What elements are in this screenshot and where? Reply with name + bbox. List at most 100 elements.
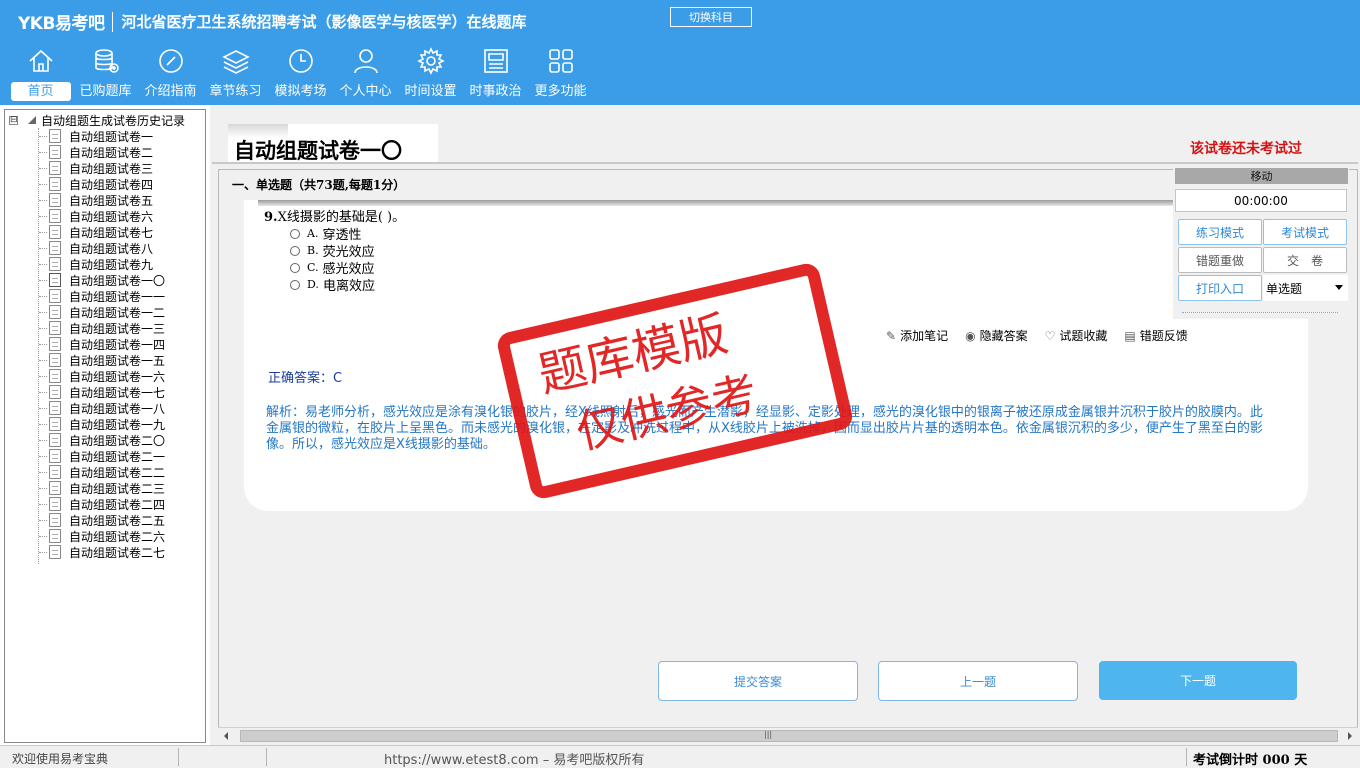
nav-time-settings[interactable]: 时间设置 bbox=[398, 46, 463, 104]
tree-item-label: 自动组题试卷二二 bbox=[69, 465, 166, 480]
nav-more-features[interactable]: 更多功能 bbox=[528, 46, 593, 104]
tree-item[interactable]: 自动组题试卷一一 bbox=[39, 288, 165, 304]
favorite-button[interactable]: ♡ 试题收藏 bbox=[1045, 327, 1108, 344]
question-type-select[interactable]: 单选题 bbox=[1263, 275, 1348, 301]
horizontal-scrollbar[interactable]: ||| bbox=[218, 727, 1358, 744]
document-icon bbox=[49, 289, 61, 303]
heart-icon: ♡ bbox=[1044, 328, 1056, 343]
add-note-label: 添加笔记 bbox=[900, 329, 949, 343]
tree-connector bbox=[39, 135, 47, 137]
redo-wrong-button[interactable]: 错题重做 bbox=[1178, 247, 1262, 273]
tree-item[interactable]: 自动组题试卷一二 bbox=[39, 304, 165, 320]
tree-item[interactable]: 自动组题试卷二 bbox=[39, 144, 153, 160]
tree-item[interactable]: 自动组题试卷二〇 bbox=[39, 432, 165, 448]
submit-paper-button[interactable]: 交 卷 bbox=[1263, 247, 1347, 273]
tree-connector bbox=[39, 359, 47, 361]
switch-subject-button[interactable]: 切换科目 bbox=[670, 7, 752, 27]
compass-icon bbox=[158, 49, 183, 73]
practice-mode-button[interactable]: 练习模式 bbox=[1178, 219, 1262, 245]
hide-answer-button[interactable]: ◉ 隐藏答案 bbox=[965, 327, 1028, 344]
tree-item-label: 自动组题试卷八 bbox=[69, 241, 154, 256]
tree-item[interactable]: 自动组题试卷七 bbox=[39, 224, 153, 240]
prev-question-button[interactable]: 上一题 bbox=[878, 661, 1078, 701]
tree-item[interactable]: 自动组题试卷一 bbox=[39, 128, 153, 144]
nav-purchased[interactable]: 已购题库 bbox=[73, 46, 138, 104]
document-icon bbox=[49, 513, 61, 527]
nav-label: 介绍指南 bbox=[144, 84, 197, 99]
tree-item[interactable]: 自动组题试卷一三 bbox=[39, 320, 165, 336]
tree-item-label: 自动组题试卷二四 bbox=[69, 497, 166, 512]
tree-root[interactable]: ⊟ 自动组题生成试卷历史记录 bbox=[9, 112, 185, 128]
paper-title: 自动组题试卷一〇 bbox=[234, 138, 402, 163]
nav-personal-center[interactable]: 个人中心 bbox=[333, 46, 398, 104]
tree-connector bbox=[39, 471, 47, 473]
tree-item[interactable]: 自动组题试卷二二 bbox=[39, 464, 165, 480]
document-icon bbox=[49, 273, 61, 287]
tree-item[interactable]: 自动组题试卷四 bbox=[39, 176, 153, 192]
tree-item[interactable]: 自动组题试卷八 bbox=[39, 240, 153, 256]
tree-item[interactable]: 自动组题试卷五 bbox=[39, 192, 153, 208]
report-icon: ▤ bbox=[1124, 328, 1136, 343]
nav-guide[interactable]: 介绍指南 bbox=[138, 46, 203, 104]
nav-label: 时事政治 bbox=[469, 84, 522, 99]
next-question-button[interactable]: 下一题 bbox=[1099, 661, 1297, 700]
panel-scroll-track[interactable] bbox=[1182, 312, 1338, 318]
tree-item[interactable]: 自动组题试卷六 bbox=[39, 208, 153, 224]
status-welcome: 欢迎使用易考宝典 bbox=[12, 752, 109, 766]
tree-item[interactable]: 自动组题试卷二六 bbox=[39, 528, 165, 544]
option-d[interactable]: D. 电离效应 bbox=[290, 275, 375, 294]
nav-chapter-practice[interactable]: 章节练习 bbox=[203, 46, 268, 104]
submit-answer-button[interactable]: 提交答案 bbox=[658, 661, 858, 701]
newspaper-icon bbox=[483, 49, 508, 73]
tree-item[interactable]: 自动组题试卷二一 bbox=[39, 448, 165, 464]
nav-current-affairs[interactable]: 时事政治 bbox=[463, 46, 528, 104]
collapse-icon[interactable]: ⊟ bbox=[9, 115, 18, 125]
tree-item[interactable]: 自动组题试卷二四 bbox=[39, 496, 165, 512]
radio-b[interactable] bbox=[290, 245, 300, 256]
nav-mock-exam[interactable]: 模拟考场 bbox=[268, 46, 333, 104]
panel-move-handle[interactable]: 移动 bbox=[1175, 168, 1348, 184]
tree-item[interactable]: 自动组题试卷一〇 bbox=[39, 272, 165, 288]
tree-item[interactable]: 自动组题试卷一九 bbox=[39, 416, 165, 432]
radio-d[interactable] bbox=[290, 279, 300, 290]
tree-item[interactable]: 自动组题试卷一七 bbox=[39, 384, 165, 400]
tree-item-label: 自动组题试卷四 bbox=[69, 177, 154, 192]
nav-label: 首页 bbox=[10, 82, 71, 101]
nav-home[interactable]: 首页 bbox=[8, 46, 73, 104]
tree-item[interactable]: 自动组题试卷三 bbox=[39, 160, 153, 176]
option-key: D. bbox=[307, 278, 319, 291]
document-icon bbox=[49, 209, 61, 223]
tree-connector bbox=[39, 423, 47, 425]
status-divider bbox=[178, 748, 179, 766]
exam-mode-button[interactable]: 考试模式 bbox=[1263, 219, 1347, 245]
tree-item[interactable]: 自动组题试卷一六 bbox=[39, 368, 165, 384]
tree-connector bbox=[39, 551, 47, 553]
tree-connector bbox=[39, 407, 47, 409]
radio-a[interactable] bbox=[290, 228, 300, 239]
home-icon bbox=[28, 49, 53, 72]
grid-icon bbox=[548, 49, 573, 73]
tree-item[interactable]: 自动组题试卷一八 bbox=[39, 400, 165, 416]
question-type-value: 单选题 bbox=[1266, 281, 1303, 296]
scroll-left-icon[interactable] bbox=[224, 732, 228, 740]
tree-item[interactable]: 自动组题试卷二三 bbox=[39, 480, 165, 496]
tree-item[interactable]: 自动组题试卷二七 bbox=[39, 544, 165, 560]
nav-label: 已购题库 bbox=[79, 84, 132, 99]
print-entry-button[interactable]: 打印入口 bbox=[1178, 275, 1262, 301]
scroll-right-icon[interactable] bbox=[1348, 732, 1352, 740]
tree-connector bbox=[39, 199, 47, 201]
tree-item[interactable]: 自动组题试卷一四 bbox=[39, 336, 165, 352]
add-note-button[interactable]: ✎ 添加笔记 bbox=[886, 327, 948, 344]
tree-item[interactable]: 自动组题试卷二五 bbox=[39, 512, 165, 528]
option-key: A. bbox=[307, 227, 319, 240]
tree-item-label: 自动组题试卷一九 bbox=[69, 417, 166, 432]
question-text: X线摄影的基础是( )。 bbox=[277, 210, 406, 225]
chevron-down-icon[interactable] bbox=[1335, 285, 1343, 290]
tree-item[interactable]: 自动组题试卷一五 bbox=[39, 352, 165, 368]
tree-item[interactable]: 自动组题试卷九 bbox=[39, 256, 153, 272]
radio-c[interactable] bbox=[290, 262, 300, 273]
error-feedback-button[interactable]: ▤ 错题反馈 bbox=[1124, 327, 1187, 344]
tree-item-label: 自动组题试卷一二 bbox=[69, 305, 166, 320]
tree-connector bbox=[39, 279, 47, 281]
scroll-thumb[interactable] bbox=[240, 730, 1338, 742]
